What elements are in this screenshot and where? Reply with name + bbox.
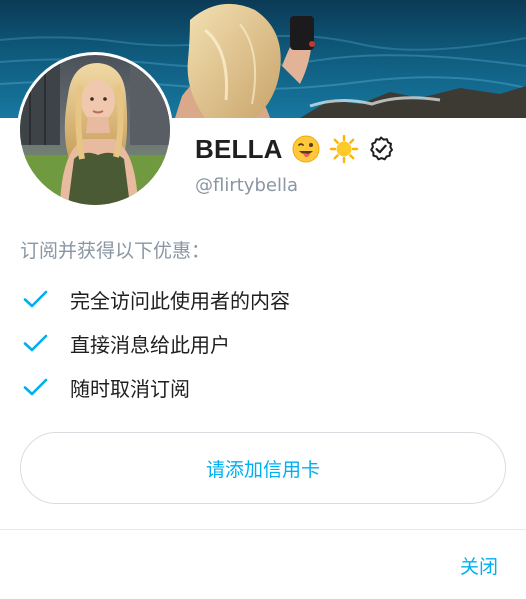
- benefit-item: 完全访问此使用者的内容: [20, 284, 290, 314]
- benefit-text: 完全访问此使用者的内容: [70, 288, 290, 313]
- check-icon: [23, 378, 48, 396]
- add-credit-card-button[interactable]: 请添加信用卡: [20, 432, 506, 504]
- benefit-text: 随时取消订阅: [70, 376, 190, 401]
- benefit-item: 随时取消订阅: [20, 372, 190, 402]
- profile-name: BELLA: [195, 133, 283, 164]
- check-icon: [23, 290, 48, 308]
- sun-emoji-icon: [329, 134, 359, 164]
- check-icon: [23, 334, 48, 352]
- avatar[interactable]: [17, 52, 173, 208]
- verified-badge-icon: [367, 135, 395, 163]
- profile-handle[interactable]: @flirtybella: [195, 175, 298, 196]
- winking-tongue-emoji-icon: [291, 134, 321, 164]
- profile-name-row: BELLA: [195, 131, 395, 167]
- subscribe-modal: BELLA @flirtybella 订阅并获得以下优惠： 完全访问此使用者的内…: [0, 0, 526, 599]
- close-button[interactable]: 关闭: [460, 552, 498, 579]
- benefit-item: 直接消息给此用户: [20, 328, 230, 358]
- benefit-text: 直接消息给此用户: [70, 332, 230, 357]
- footer-divider: [0, 529, 526, 530]
- benefits-title: 订阅并获得以下优惠：: [20, 240, 211, 262]
- avatar-photo: [20, 55, 170, 205]
